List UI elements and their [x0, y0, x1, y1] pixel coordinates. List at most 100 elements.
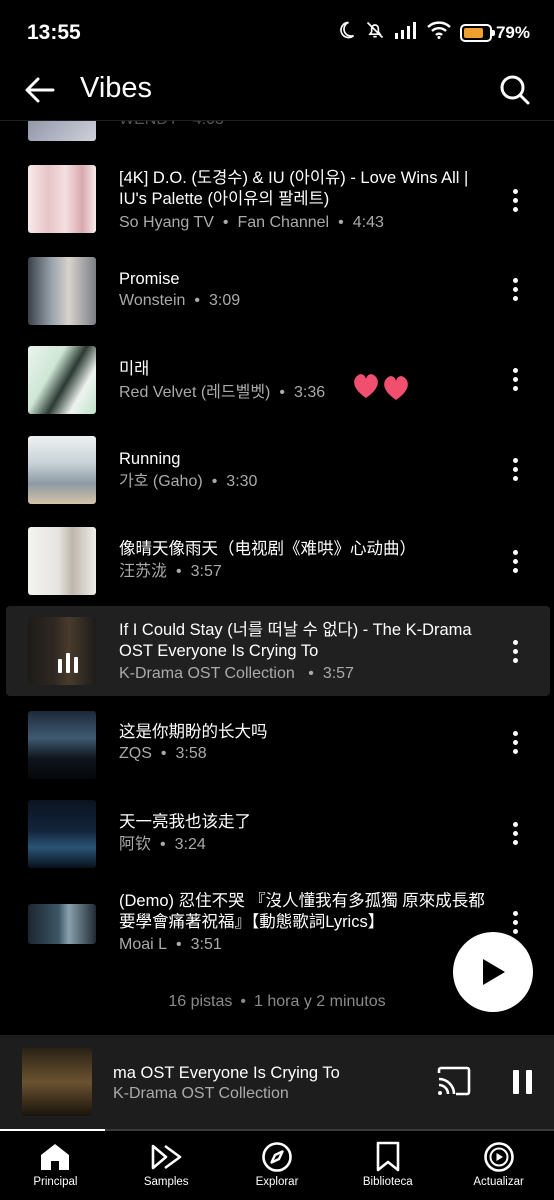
- track-row[interactable]: Promise Wonstein • 3:09: [6, 251, 550, 331]
- track-row[interactable]: 这是你期盼的长大吗 ZQS • 3:58: [6, 706, 550, 786]
- track-title: 미래: [119, 360, 150, 378]
- now-playing-equalizer-icon: [58, 653, 78, 673]
- more-options-button[interactable]: [506, 186, 524, 214]
- more-options-button[interactable]: [506, 275, 524, 303]
- track-artist: Red Velvet (레드벨벳): [119, 384, 271, 401]
- track-title: [4K] D.O. (도경수) & IU (아이유) - Love Wins A…: [119, 169, 469, 208]
- nav-item-samples[interactable]: Samples: [111, 1131, 222, 1200]
- track-artist: So Hyang TV: [119, 214, 214, 231]
- do-not-disturb-icon: [336, 20, 356, 45]
- bottom-navigation: Principal Samples Explorar Biblioteca Ac…: [0, 1131, 554, 1200]
- cast-button[interactable]: [436, 1065, 472, 1099]
- more-options-button[interactable]: [506, 908, 524, 936]
- track-duration: 3:36: [293, 384, 326, 401]
- track-thumbnail[interactable]: [28, 121, 96, 141]
- pause-icon: [512, 1070, 532, 1094]
- more-options-button[interactable]: [506, 728, 524, 756]
- track-row[interactable]: [4K] D.O. (도경수) & IU (아이유) - Love Wins A…: [6, 157, 550, 243]
- track-duration: 3:24: [174, 836, 206, 853]
- track-row[interactable]: 天一亮我也该走了 阿钦 • 3:24: [6, 796, 550, 876]
- track-row[interactable]: 像晴天像雨天（电视剧《难哄》心动曲） 汪苏泷 • 3:57: [6, 521, 550, 601]
- track-title: 这是你期盼的长大吗: [119, 723, 268, 741]
- wifi-icon: [427, 21, 451, 44]
- track-title: (Demo) 忍住不哭 『沒人懂我有多孤獨 原來成長都要學會痛著祝福』【動態歌詞…: [119, 892, 485, 931]
- bell-muted-icon: [365, 20, 385, 45]
- home-icon: [38, 1140, 72, 1174]
- track-thumbnail: [28, 346, 96, 414]
- track-thumbnail: [28, 436, 96, 504]
- track-duration: 3:57: [190, 563, 222, 580]
- cast-icon: [437, 1066, 471, 1096]
- more-options-button[interactable]: [506, 637, 524, 665]
- track-artist: Wonstein: [119, 292, 186, 309]
- heart-sticker-icon: [352, 370, 412, 407]
- track-artist: K-Drama OST Collection: [119, 665, 295, 682]
- track-subtitle: Red Velvet (레드벨벳) • 3:36: [119, 384, 326, 401]
- track-list[interactable]: WENDY • 4:03 [4K] D.O. (도경수) & IU (아이유) …: [0, 121, 554, 1035]
- track-subtitle: So Hyang TV • Fan Channel • 4:43: [119, 214, 384, 231]
- more-options-button[interactable]: [506, 365, 524, 393]
- back-button[interactable]: [22, 72, 58, 108]
- track-thumbnail: [28, 527, 96, 595]
- track-row[interactable]: Running 가호 (Gaho) • 3:30: [6, 431, 550, 511]
- search-button[interactable]: [496, 71, 534, 109]
- track-subtitle: K-Drama OST Collection • 3:57: [119, 665, 354, 682]
- track-subtitle: 가호 (Gaho) • 3:30: [119, 473, 258, 490]
- nav-label: Principal: [33, 1176, 78, 1188]
- track-thumbnail: [28, 617, 96, 685]
- signal-icon: [394, 21, 418, 44]
- track-duration: 3:51: [190, 936, 222, 953]
- nav-item-principal[interactable]: Principal: [0, 1131, 111, 1200]
- nav-label: Samples: [143, 1176, 189, 1188]
- pause-button[interactable]: [507, 1065, 537, 1099]
- battery-indicator: 79%: [459, 23, 530, 43]
- mini-player[interactable]: ma OST Everyone Is Crying To K-Drama OST…: [0, 1035, 554, 1131]
- mini-player-subtitle: K-Drama OST Collection: [113, 1085, 289, 1102]
- track-duration: 4:43: [352, 214, 384, 231]
- track-subtitle: Wonstein • 3:09: [119, 292, 241, 309]
- nav-item-biblioteca[interactable]: Biblioteca: [332, 1131, 443, 1200]
- mini-player-title: ma OST Everyone Is Crying To: [113, 1064, 340, 1082]
- mini-player-info[interactable]: ma OST Everyone Is Crying To K-Drama OST…: [113, 1035, 428, 1129]
- total-duration: 1 hora y 2 minutos: [254, 993, 386, 1010]
- more-options-button[interactable]: [506, 819, 524, 847]
- track-thumbnail: [28, 904, 96, 944]
- track-count: 16 pistas: [168, 993, 233, 1010]
- nav-item-explorar[interactable]: Explorar: [222, 1131, 333, 1200]
- track-artist: 阿钦: [119, 836, 152, 853]
- samples-icon: [149, 1140, 183, 1174]
- track-duration: 3:30: [226, 473, 258, 490]
- bookmark-icon: [371, 1140, 405, 1174]
- track-title: Promise: [119, 270, 180, 288]
- track-subtitle: ZQS • 3:58: [119, 745, 207, 762]
- track-row-now-playing[interactable]: If I Could Stay (너를 떠날 수 없다) - The K-Dra…: [6, 606, 550, 696]
- status-icons: 79%: [336, 20, 530, 45]
- battery-level: [463, 27, 483, 38]
- search-icon: [500, 75, 530, 105]
- page-title: Vibes: [80, 72, 153, 104]
- track-thumbnail: [28, 711, 96, 779]
- track-row[interactable]: 미래 Red Velvet (레드벨벳) • 3:36: [6, 341, 550, 421]
- track-artist: 가호 (Gaho): [119, 473, 203, 490]
- play-all-button[interactable]: [453, 932, 533, 1012]
- track-title: 像晴天像雨天（电视剧《难哄》心动曲）: [119, 540, 416, 558]
- track-artist: 汪苏泷: [119, 563, 168, 580]
- track-thumbnail: [28, 165, 96, 233]
- track-artist: ZQS: [119, 745, 152, 762]
- nav-label: Explorar: [255, 1176, 299, 1188]
- more-options-button[interactable]: [506, 455, 524, 483]
- track-artist: Moai L: [119, 936, 168, 953]
- track-subtitle: Moai L • 3:51: [119, 936, 222, 953]
- battery-icon: [459, 23, 495, 42]
- mini-player-thumbnail[interactable]: [22, 1048, 92, 1116]
- arrow-left-icon: [25, 77, 55, 103]
- track-title: Running: [119, 450, 181, 468]
- track-subtitle: 汪苏泷 • 3:57: [119, 563, 222, 580]
- track-subtitle: 阿钦 • 3:24: [119, 836, 206, 853]
- status-time: 13:55: [27, 21, 81, 44]
- nav-item-actualizar[interactable]: Actualizar: [443, 1131, 554, 1200]
- track-duration: 3:57: [322, 665, 354, 682]
- status-bar: 13:55 79%: [0, 0, 554, 62]
- more-options-button[interactable]: [506, 547, 524, 575]
- track-title: 天一亮我也该走了: [119, 813, 251, 831]
